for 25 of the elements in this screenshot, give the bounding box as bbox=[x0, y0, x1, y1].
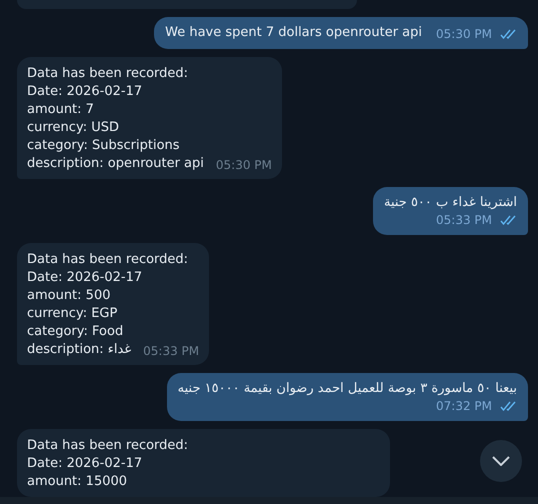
message-text: amount: 15000 bbox=[27, 473, 128, 491]
message-text: Data has been recorded: bbox=[27, 437, 188, 455]
message-text: description: openrouter api bbox=[27, 155, 204, 173]
message-text: We have spent 7 dollars openrouter api bbox=[165, 24, 422, 42]
message-time: 07:32 PM bbox=[436, 398, 492, 414]
message-text: بيعنا ٥٠ ماسورة ٣ بوصة للعميل احمد رضوان بقيمة ١٥٠٠٠ جنيه bbox=[178, 380, 517, 398]
chevron-down-icon bbox=[492, 456, 510, 466]
message-text: amount: 500 bbox=[27, 287, 110, 305]
scroll-down-button[interactable] bbox=[480, 440, 522, 482]
message-text: amount: 7 bbox=[27, 101, 94, 119]
message-text: category: Subscriptions bbox=[27, 137, 180, 155]
message-text: Data has been recorded: bbox=[27, 65, 188, 83]
message-time: 05:30 PM bbox=[436, 26, 492, 42]
message-text: currency: USD bbox=[27, 119, 119, 137]
message-text: Data has been recorded: bbox=[27, 251, 188, 269]
message-text: Date: 2026-02-17 bbox=[27, 83, 142, 101]
message-time: 05:30 PM bbox=[216, 157, 272, 173]
message-text: Date: 2026-02-17 bbox=[27, 269, 142, 287]
message-text: description: غداء bbox=[27, 341, 132, 359]
message-time: 05:33 PM bbox=[436, 212, 492, 228]
message-text: اشترينا غداء ب ٥٠٠ جنية bbox=[384, 194, 517, 212]
message-text: Date: 2026-02-17 bbox=[27, 455, 142, 473]
message-text: category: Food bbox=[27, 323, 124, 341]
message-time: 05:33 PM bbox=[143, 343, 200, 359]
message-text: currency: EGP bbox=[27, 305, 118, 323]
